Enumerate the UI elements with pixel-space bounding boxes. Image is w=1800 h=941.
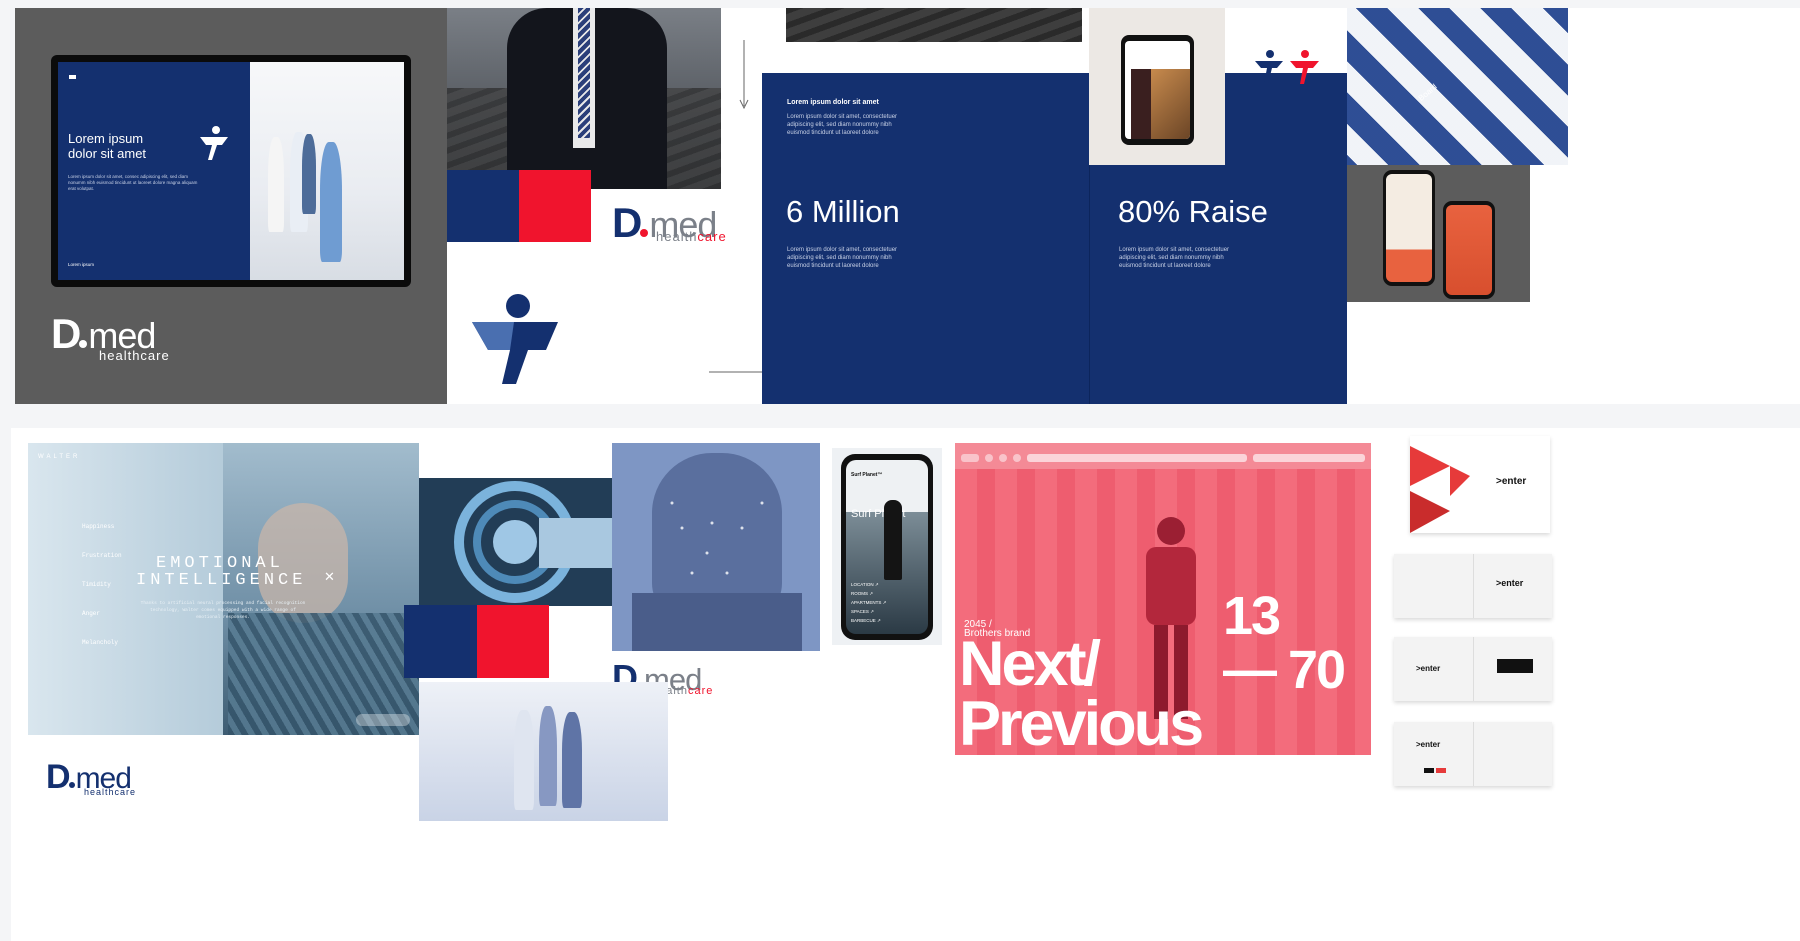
number-70: — 70 <box>1223 640 1346 700</box>
surf-menu-item[interactable]: SPACES ↗ <box>851 607 886 616</box>
enter-logo: >enter <box>1416 664 1441 673</box>
dmed-logo-bottom: Dmed healthcare <box>46 758 137 797</box>
ei-menu-item[interactable]: Timidity <box>82 570 122 599</box>
walter-brand: WALTER <box>38 454 81 460</box>
enter-logo: >enter <box>1416 740 1441 749</box>
ei-title-line2: INTELLIGENCE <box>136 571 307 590</box>
ei-cta-button[interactable] <box>356 714 410 726</box>
tablet-screen-left: Lorem ipsum dolor sit amet Lorem ipsum d… <box>58 62 250 280</box>
down-arrow-icon <box>739 40 749 110</box>
tablet-footer: Lorem ipsum <box>68 262 95 267</box>
number-13: 13 <box>1223 586 1281 646</box>
surf-menu-item[interactable]: APARTMENTS ↗ <box>851 598 886 607</box>
moodboard-canvas: Lorem ipsum dolor sit amet Lorem ipsum d… <box>0 0 1800 941</box>
phone-frame <box>1121 35 1194 145</box>
surf-menu: LOCATION ↗ ROOMS ↗ APARTMENTS ↗ SPACES ↗… <box>851 580 886 625</box>
suit-photo <box>447 8 721 189</box>
business-cards-photo: Board <box>1347 8 1568 165</box>
tablet-heading: Lorem ipsum dolor sit amet <box>68 131 147 161</box>
ei-menu-item[interactable]: Happiness <box>82 512 122 541</box>
surf-title: Surf Planet™ <box>851 472 883 478</box>
surf-menu-item[interactable]: BARBECUE ↗ <box>851 616 886 625</box>
tablet-menu-mark <box>69 75 76 79</box>
phone-mockup-tile <box>1089 8 1225 165</box>
navy-swatch-bottom <box>404 605 477 678</box>
tablet-mockup-tile: Lorem ipsum dolor sit amet Lorem ipsum d… <box>15 8 447 404</box>
dmed-logo-white: Dmed healthcare <box>51 310 170 363</box>
address-bar[interactable] <box>1027 454 1247 462</box>
enter-cover-card: >enter <box>1410 436 1550 533</box>
close-icon[interactable]: ✕ <box>324 569 335 585</box>
stats-panel: Lorem ipsum dolor sit amet Lorem ipsum d… <box>762 73 1347 404</box>
cross-figure-logo-icon <box>470 292 562 388</box>
ei-menu-item[interactable]: Anger <box>82 599 122 628</box>
ei-menu-item[interactable]: Melancholy <box>82 628 122 657</box>
dual-figure-icon <box>1253 50 1323 86</box>
navy-swatch <box>447 170 519 242</box>
previous-heading[interactable]: Previous <box>959 693 1204 756</box>
browser-search-bar[interactable] <box>1253 454 1365 462</box>
stat-80-raise: 80% Raise <box>1118 194 1268 229</box>
ei-description: Thanks to artificial neural processing a… <box>140 601 306 620</box>
red-swatch <box>519 170 591 242</box>
cross-figure-icon <box>198 126 230 162</box>
emotional-intelligence-hero: WALTER Happiness Frustration Timidity An… <box>28 443 419 735</box>
two-phones-tile <box>1347 165 1530 302</box>
browser-toolbar <box>955 443 1371 469</box>
next-heading[interactable]: Next/ <box>959 633 1101 696</box>
surf-menu-item[interactable]: LOCATION ↗ <box>851 580 886 589</box>
spiral-building-photo <box>419 478 612 606</box>
next-previous-browser: 2045 / Brothers brand Next/ Previous 13 … <box>955 443 1371 755</box>
stat1-body: Lorem ipsum dolor sit amet, consectetuer… <box>787 247 898 269</box>
face-recognition-photo <box>612 443 820 651</box>
ei-menu-item[interactable]: Frustration <box>82 541 122 570</box>
stat-6-million: 6 Million <box>786 194 900 229</box>
hallway-blue-photo <box>419 682 668 821</box>
tablet-hallway-photo <box>250 62 404 280</box>
red-swatch-bottom <box>477 605 549 678</box>
enter-logo: >enter <box>1496 476 1527 487</box>
dmed-logo-color: Dmed healthcare <box>612 199 727 246</box>
surf-phone-tile: Surf Planet™ Surf Planet LOCATION ↗ ROOM… <box>832 448 942 645</box>
enter-booklet-2: >enter <box>1394 637 1552 701</box>
equipment-photo <box>786 8 1082 42</box>
surf-phone-frame: Surf Planet™ Surf Planet LOCATION ↗ ROOM… <box>841 454 933 640</box>
enter-booklet-1: >enter <box>1394 554 1552 618</box>
ei-menu: Happiness Frustration Timidity Anger Mel… <box>82 512 122 657</box>
panel-header: Lorem ipsum dolor sit amet <box>787 99 879 106</box>
stat2-body: Lorem ipsum dolor sit amet, consectetuer… <box>1119 247 1230 269</box>
panel-body: Lorem ipsum dolor sit amet, consectetuer… <box>787 114 898 136</box>
enter-logo: >enter <box>1496 578 1524 588</box>
tablet-body-text: Lorem ipsum dolor sit amet, consec adipi… <box>68 174 198 191</box>
surf-menu-item[interactable]: ROOMS ↗ <box>851 589 886 598</box>
enter-booklet-3: >enter <box>1394 722 1552 786</box>
tablet-frame: Lorem ipsum dolor sit amet Lorem ipsum d… <box>51 55 411 287</box>
